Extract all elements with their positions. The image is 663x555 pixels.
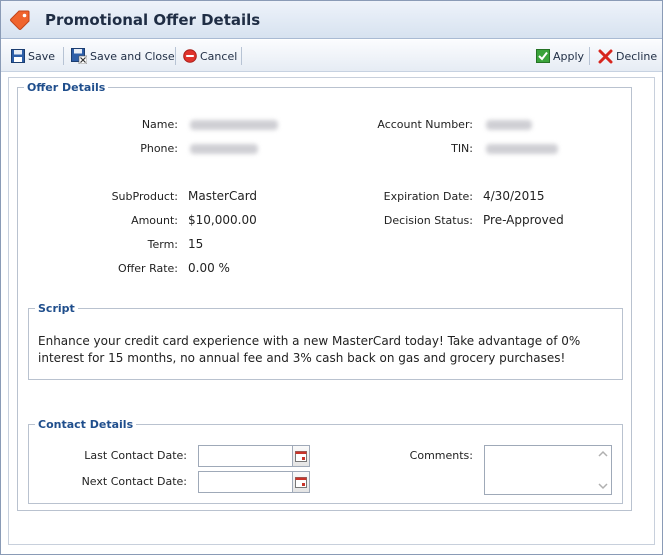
offer-rate-label: Offer Rate: <box>118 262 178 275</box>
toolbar-divider <box>63 47 64 65</box>
next-contact-date-picker[interactable] <box>292 471 310 493</box>
script-legend: Script <box>38 302 75 315</box>
toolbar: Save Save and Close Cancel Apply Decline <box>1 40 662 72</box>
comments-label: Comments: <box>409 449 473 462</box>
script-text: Enhance your credit card experience with… <box>38 334 581 365</box>
decline-button[interactable]: Decline <box>598 46 657 66</box>
toolbar-divider <box>589 47 590 65</box>
apply-label: Apply <box>553 49 585 63</box>
term-value: 15 <box>188 237 204 251</box>
scroll-up-icon[interactable] <box>597 449 609 459</box>
script-group: Script Enhance your credit card experien… <box>28 302 623 380</box>
calendar-icon <box>295 451 307 462</box>
decline-label: Decline <box>616 49 658 63</box>
subproduct-label: SubProduct: <box>111 190 178 203</box>
toolbar-divider <box>241 47 242 65</box>
scroll-down-icon[interactable] <box>597 481 609 491</box>
name-label: Name: <box>141 118 178 131</box>
floppy-disk-icon <box>11 49 25 63</box>
last-contact-date-input[interactable] <box>198 445 293 467</box>
content-panel: Offer Details Name: Phone: Account Numbe… <box>8 77 655 545</box>
offer-details-legend: Offer Details <box>27 81 106 94</box>
offer-rate-value: 0.00 % <box>188 261 230 275</box>
save-label: Save <box>28 49 56 63</box>
term-label: Term: <box>147 238 178 251</box>
account-number-label: Account Number: <box>377 118 473 131</box>
decision-status-label: Decision Status: <box>383 214 473 227</box>
title-bar: Promotional Offer Details <box>1 1 662 39</box>
save-and-close-button[interactable]: Save and Close <box>71 46 175 66</box>
contact-details-group: Contact Details Last Contact Date: Next … <box>28 418 623 504</box>
subproduct-value: MasterCard <box>188 189 258 203</box>
cancel-icon <box>183 49 197 63</box>
toolbar-divider <box>175 47 176 65</box>
next-contact-date-input[interactable] <box>198 471 293 493</box>
checkbox-check-icon <box>536 49 550 63</box>
last-contact-date-picker[interactable] <box>292 445 310 467</box>
promotional-offer-window: Promotional Offer Details Save Save and … <box>0 0 663 555</box>
phone-label: Phone: <box>140 142 178 155</box>
contact-details-legend: Contact Details <box>38 418 134 431</box>
amount-value: $10,000.00 <box>188 213 257 227</box>
amount-label: Amount: <box>131 214 178 227</box>
cancel-button[interactable]: Cancel <box>183 46 237 66</box>
expiration-date-label: Expiration Date: <box>383 190 473 203</box>
save-and-close-label: Save and Close <box>90 49 175 63</box>
expiration-date-value: 4/30/2015 <box>483 189 545 203</box>
decision-status-value: Pre-Approved <box>483 213 564 227</box>
calendar-icon <box>295 477 307 488</box>
red-x-icon <box>598 49 613 63</box>
name-value-redacted <box>190 120 278 130</box>
tag-icon <box>8 8 32 32</box>
tin-redacted <box>486 144 558 154</box>
comments-textarea[interactable] <box>484 445 612 495</box>
window-title: Promotional Offer Details <box>45 11 261 29</box>
last-contact-date-label: Last Contact Date: <box>84 449 187 462</box>
phone-value-redacted <box>190 144 258 154</box>
floppy-disk-close-icon <box>71 48 87 64</box>
cancel-label: Cancel <box>200 49 238 63</box>
apply-button[interactable]: Apply <box>536 46 584 66</box>
account-number-redacted <box>486 120 532 130</box>
tin-label: TIN: <box>451 142 473 155</box>
next-contact-date-label: Next Contact Date: <box>81 475 187 488</box>
save-button[interactable]: Save <box>11 46 55 66</box>
offer-details-group: Offer Details Name: Phone: Account Numbe… <box>17 81 632 511</box>
